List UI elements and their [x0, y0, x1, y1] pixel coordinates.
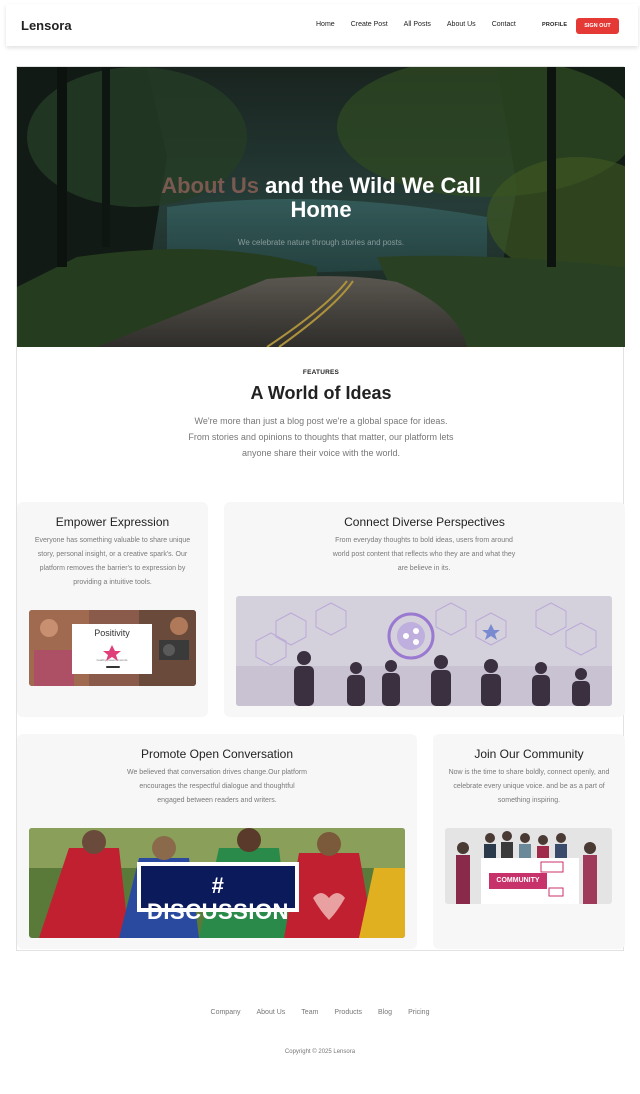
card-image-positivity: Positivity healthy powerful words — [29, 610, 196, 686]
nav-link-about-us[interactable]: About Us — [447, 21, 476, 28]
profile-link[interactable]: PROFILE — [542, 22, 567, 28]
feature-card-empower-expression: Empower Expression Everyone has somethin… — [17, 502, 208, 717]
hero-title-highlight: About Us — [161, 173, 259, 198]
features-kicker: FEATURES — [302, 369, 340, 376]
nav-link-contact[interactable]: Contact — [492, 21, 516, 28]
connected-people-photo — [236, 596, 612, 706]
hero-title: About Us and the Wild We Call Home — [17, 174, 625, 222]
positivity-text: Positivity — [94, 628, 130, 638]
features-title: A World of Ideas — [250, 383, 392, 403]
card-description: Everyone has something valuable to share… — [34, 537, 191, 586]
card-image-community: COMMUNITY — [445, 828, 612, 904]
nav-link-all-posts[interactable]: All Posts — [404, 21, 431, 28]
copyright-text: Copyright © 2025 Lensora — [284, 1049, 356, 1055]
hero-title-line2: Home — [290, 197, 352, 222]
hero-banner: About Us and the Wild We Call Home We ce… — [17, 67, 625, 347]
card-title: Connect Diverse Perspectives — [344, 515, 505, 529]
footer-link-pricing[interactable]: Pricing — [408, 1009, 429, 1016]
feature-card-connect-diverse-perspectives: Connect Diverse Perspectives From everyd… — [224, 502, 625, 717]
card-image-connected-people — [236, 596, 612, 706]
footer-link-team[interactable]: Team — [301, 1009, 318, 1016]
top-navbar: Lensora Home Create Post All Posts About… — [6, 4, 638, 46]
feature-card-join-our-community: Join Our Community Now is the time to sh… — [433, 734, 625, 949]
discussion-text: # DISCUSSION — [147, 873, 289, 924]
footer-link-products[interactable]: Products — [334, 1009, 362, 1016]
positivity-photo — [29, 610, 196, 686]
sign-out-button[interactable]: SIGN OUT — [576, 18, 619, 34]
card-title: Empower Expression — [55, 515, 170, 529]
card-description: From everyday thoughts to bold ideas, us… — [332, 537, 516, 572]
footer-links: Company About Us Team Products Blog Pric… — [0, 1009, 640, 1016]
card-title: Promote Open Conversation — [140, 747, 294, 761]
nav-link-create-post[interactable]: Create Post — [351, 21, 388, 28]
community-photo — [445, 828, 612, 904]
card-image-discussion: # DISCUSSION — [29, 828, 405, 938]
brand-logo[interactable]: Lensora — [21, 18, 72, 33]
feature-card-promote-open-conversation: Promote Open Conversation We believed th… — [17, 734, 417, 949]
footer-link-blog[interactable]: Blog — [378, 1009, 392, 1016]
hero-title-rest: and the Wild We Call — [258, 173, 481, 198]
community-text: COMMUNITY — [496, 877, 540, 884]
positivity-caption: healthy powerful words — [96, 658, 128, 662]
hero-subtitle: We celebrate nature through stories and … — [237, 238, 405, 247]
nav-links: Home Create Post All Posts About Us Cont… — [316, 21, 532, 28]
card-description: Now is the time to share boldly, connect… — [448, 769, 610, 804]
features-description: We're more than just a blog post we're a… — [188, 416, 454, 458]
card-description: We believed that conversation drives cha… — [126, 769, 308, 804]
card-title: Join Our Community — [474, 747, 584, 761]
footer-link-about-us[interactable]: About Us — [257, 1009, 286, 1016]
main-content: About Us and the Wild We Call Home We ce… — [16, 66, 625, 951]
nav-link-home[interactable]: Home — [316, 21, 335, 28]
footer-link-company[interactable]: Company — [211, 1009, 241, 1016]
